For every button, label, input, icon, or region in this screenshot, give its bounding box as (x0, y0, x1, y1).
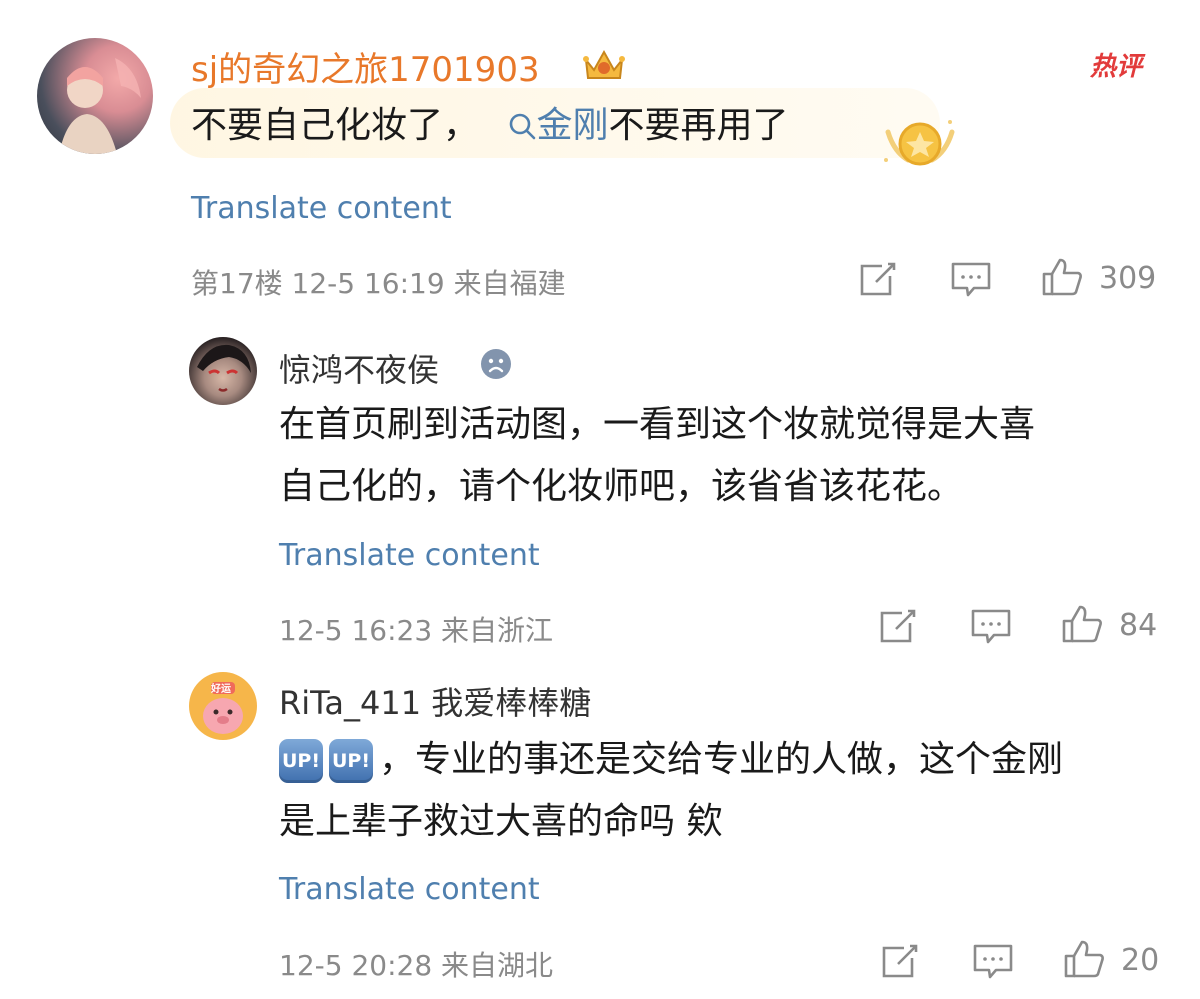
comment-meta: 12-5 16:23 来自浙江 (279, 614, 554, 647)
comment-text-line2: 自己化的，请个化妆师吧，该省省该花花。 (279, 466, 964, 507)
search-icon (510, 113, 536, 140)
commenter-username[interactable]: 惊鸿不夜侯 (279, 345, 439, 391)
up-emoji-badge: UP! (279, 739, 323, 783)
share-icon[interactable] (858, 260, 898, 298)
search-term[interactable]: 金刚 (536, 105, 608, 146)
like-icon[interactable] (1062, 938, 1106, 980)
comment-text-line2: 是上辈子救过大喜的命吗 欸 (279, 801, 723, 842)
comment-text-line1: UP! UP! ，专业的事还是交给专业的人做，这个金刚 (279, 729, 1063, 791)
comment-meta: 12-5 20:28 来自湖北 (279, 949, 554, 982)
share-icon[interactable] (880, 942, 920, 980)
comment-meta: 第17楼 12-5 16:19 来自福建 (191, 267, 566, 300)
commenter-username[interactable]: sj的奇幻之旅1701903 (191, 42, 540, 91)
commenter-username[interactable]: RiTa_411 我爱棒棒糖 (279, 678, 591, 724)
commenter-avatar[interactable] (189, 337, 257, 405)
reply-icon[interactable] (950, 260, 992, 300)
like-count: 309 (1099, 261, 1157, 296)
search-link[interactable]: 金刚 (508, 105, 608, 146)
like-count: 20 (1121, 943, 1160, 978)
like-count: 84 (1119, 608, 1158, 643)
avatar-label: 好运 (211, 684, 231, 695)
reply-icon[interactable] (970, 607, 1012, 647)
avatar-photo-icon (197, 344, 251, 392)
commenter-avatar[interactable]: 好运 (189, 672, 257, 740)
comment-text-before: 不要自己化妆了， (191, 105, 480, 146)
like-icon[interactable] (1060, 603, 1104, 645)
translate-link[interactable]: Translate content (279, 538, 540, 573)
comment-text: 不要自己化妆了， 金刚不要再用了 (191, 95, 789, 157)
avatar-photo-icon (59, 58, 141, 154)
gold-medal-icon (884, 120, 955, 166)
hot-comment-badge: 热评 (1090, 52, 1143, 82)
share-icon[interactable] (878, 607, 918, 645)
commenter-avatar[interactable] (37, 38, 153, 154)
comment-text-after: 不要再用了 (608, 105, 789, 146)
sad-face-icon (481, 349, 511, 379)
like-icon[interactable] (1040, 256, 1084, 298)
crown-badge-icon (583, 49, 625, 79)
translate-link[interactable]: Translate content (279, 872, 540, 907)
comment-text-line1-text: ，专业的事还是交给专业的人做，这个金刚 (379, 739, 1064, 780)
reply-icon[interactable] (972, 942, 1014, 982)
comment-text-line1: 在首页刷到活动图，一看到这个妆就觉得是大喜 (279, 404, 1036, 445)
up-emoji-badge: UP! (329, 739, 373, 783)
translate-link[interactable]: Translate content (191, 191, 452, 226)
